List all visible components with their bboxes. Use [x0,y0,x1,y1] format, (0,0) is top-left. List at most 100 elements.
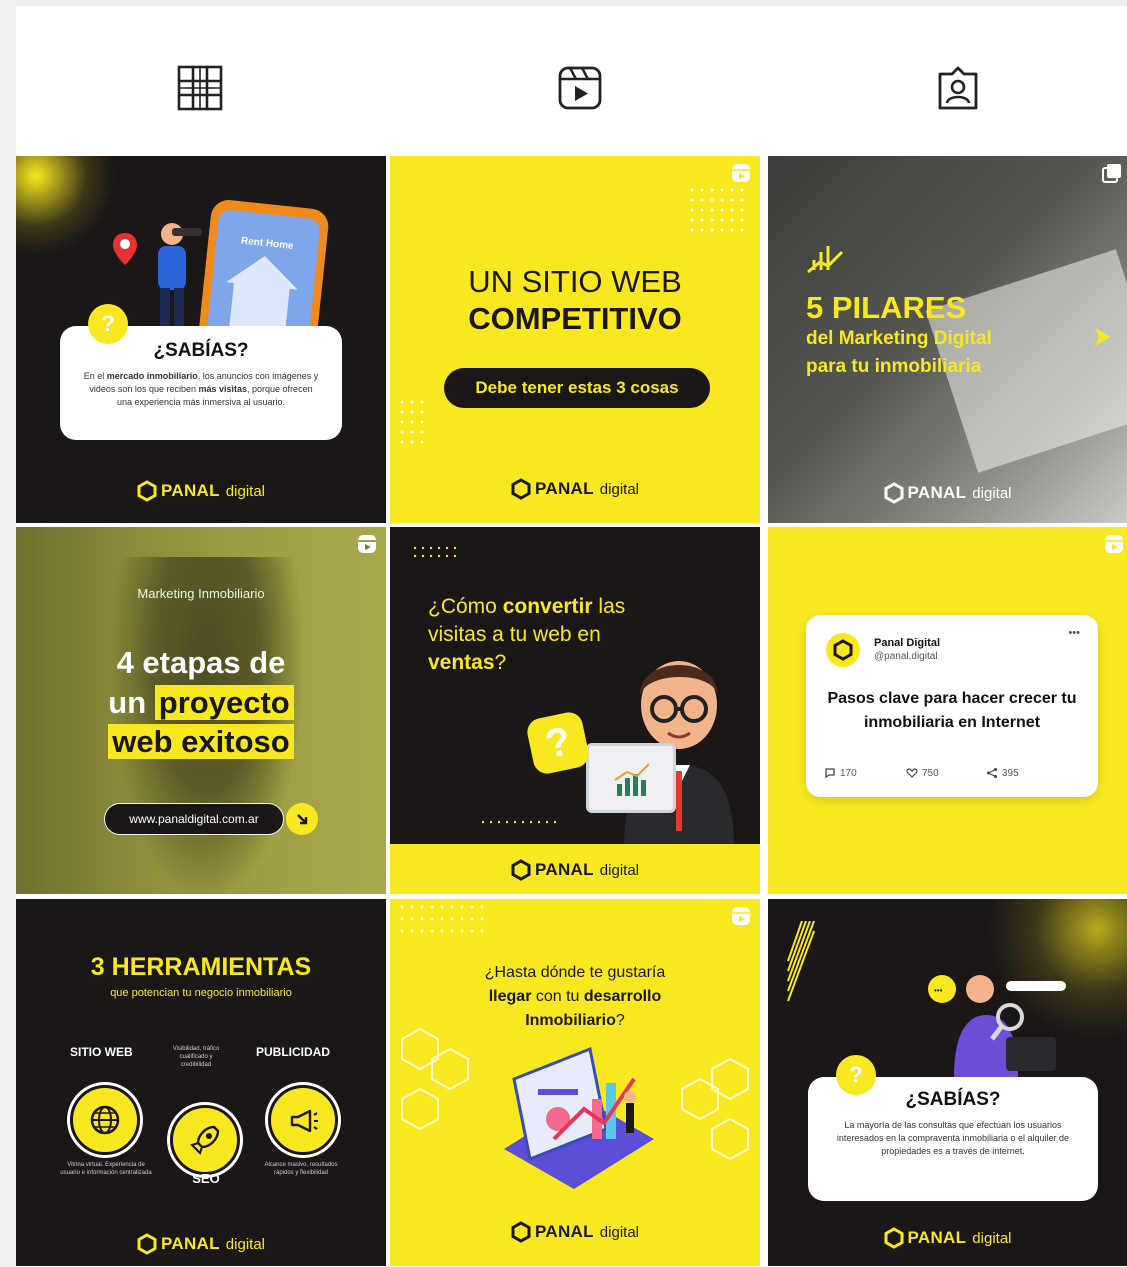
post-headline-2: un proyecto [16,685,386,721]
post-headline-1: UN SITIO WEB [468,264,682,299]
reel-badge-icon [1105,535,1123,553]
brand-logo: PANAL digital [390,1221,760,1243]
question-bubble-icon: ? [524,709,592,777]
reel-badge-icon [732,907,750,925]
post-5[interactable]: ¿Cómo convertir las visitas a tu web en … [390,527,760,894]
arrow-button[interactable] [286,803,318,835]
post-headline-3: web exitoso [16,724,386,760]
account-handle: @panal.digital [874,651,938,662]
post-headline-2: del Marketing Digital [806,328,992,349]
post-3[interactable]: 5 PILARES del Marketing Digital para tu … [768,156,1127,523]
businessman-illustration [624,661,734,847]
post-headline-2: COMPETITIVO [468,301,682,336]
reel-badge-icon [732,164,750,182]
comment-count: 170 [824,767,857,779]
tweet-text: Pasos clave para hacer crecer tu inmobil… [827,690,1077,731]
like-count: 750 [906,767,939,779]
info-card: ? ¿SABÍAS? La mayoría de las consultas q… [808,1055,1098,1201]
tool-circle-ads [268,1085,338,1155]
dots-decoration [400,400,424,444]
hexagon-pattern-decoration [401,1027,469,1131]
tool-label-seo: SEO [192,1171,220,1186]
rocket-icon [190,1125,220,1155]
person-illustration [158,223,202,332]
location-pin-icon [113,233,137,265]
hexagon-logo-icon [511,859,531,881]
post-headline-1: 3 HERRAMIENTAS [90,953,312,981]
brand-logo: PANAL digital [390,478,760,500]
url-pill[interactable]: www.panaldigital.com.ar [104,803,284,835]
hexagon-logo-icon [137,480,157,502]
post-6[interactable]: Panal Digital @panal.digital ••• Pasos c… [768,527,1127,894]
comment-icon [825,768,835,779]
post-9[interactable]: ••• ? ¿SABÍAS? La mayoría de las consult… [768,899,1127,1266]
tool-circle-web [70,1085,140,1155]
posts-grid: Rent Home ? ¿SABÍAS? En el mercado inmob… [16,156,1127,1267]
info-card: ? ¿SABÍAS? En el mercado inmobiliario, l… [60,304,342,440]
account-name: Panal Digital [874,637,941,649]
glow-decoration [16,156,116,256]
post-2[interactable]: UN SITIO WEB COMPETITIVO Debe tener esta… [390,156,760,523]
laptop-illustration [586,743,676,813]
carousel-badge-icon [1102,164,1121,183]
post-subtitle: que potencian tu negocio inmobiliario [110,987,292,999]
tool-desc-ads: Alcance masivo, resultados rápidos y fle… [264,1162,338,1176]
person-laptop-illustration: ••• [928,965,1066,1077]
more-icon[interactable]: ••• [1068,627,1080,639]
share-count: 395 [986,767,1019,779]
dots-decoration [400,905,484,933]
grid-icon [177,65,223,111]
pill-label: Debe tener estas 3 cosas [444,368,710,408]
tab-posts[interactable] [172,60,228,116]
post-1[interactable]: Rent Home ? ¿SABÍAS? En el mercado inmob… [16,156,386,523]
growth-chart-icon [807,246,844,274]
share-icon [987,768,997,778]
post-8[interactable]: ¿Hasta dónde te gustaría llegar con tu d… [390,899,760,1266]
tool-desc-web: Vitrina virtual. Experiencia de usuario … [60,1162,152,1176]
hexagon-logo-icon [833,639,853,661]
post-title: ¿SABÍAS? [153,340,249,361]
brand-logo: PANAL digital [16,1233,386,1255]
tab-reels[interactable] [552,60,608,116]
svg-text:•••: ••• [934,986,943,995]
dots-decoration [481,820,557,824]
tool-circle-seo [170,1105,240,1175]
post-7[interactable]: 3 HERRAMIENTAS que potencian tu negocio … [16,899,386,1266]
post-body: La mayoría de las consultas que efectúan… [836,1120,1070,1156]
post-headline-1: 5 PILARES [806,290,967,325]
brand-logo: PANAL digital [768,482,1127,504]
hexagon-logo-icon [511,478,531,500]
hexagon-logo-icon [137,1233,157,1255]
tagged-icon [938,66,978,110]
dots-decoration [413,546,457,558]
dots-decoration [690,188,744,232]
brand-logo: PANAL digital [390,859,760,881]
post-question: ¿Hasta dónde te gustaría llegar con tu d… [484,964,666,1029]
hexagon-pattern-decoration [681,1057,749,1161]
heart-icon [906,768,918,778]
post-headline-3: para tu inmobiliaria [806,356,982,377]
megaphone-icon [290,1109,318,1133]
post-body: En el mercado inmobiliario, los anuncios… [83,371,319,407]
tool-desc-seo: Visibilidad, tráfico cualificado y credi… [172,1046,220,1068]
hexagon-logo-icon [884,1227,903,1249]
tool-label-web: SITIO WEB [70,1045,133,1059]
tab-tagged[interactable] [930,60,986,116]
phone-label: Rent Home [240,235,295,252]
post-title: ¿SABÍAS? [905,1089,1001,1110]
hexagon-logo-icon [511,1221,531,1243]
reels-icon [558,66,602,110]
avatar [826,633,860,667]
post-4[interactable]: Marketing Inmobiliario 4 etapas de un pr… [16,527,386,894]
arrow-down-right-icon [297,814,308,825]
brand-logo: PANAL digital [16,480,386,502]
globe-icon [90,1105,120,1135]
tool-label-ads: PUBLICIDAD [256,1045,330,1059]
post-question: ¿Cómo convertir las visitas a tu web en … [428,595,626,674]
post-kicker: Marketing Inmobiliario [137,586,265,601]
hexagon-logo-icon [884,482,903,504]
stripes-decoration [787,921,815,1001]
reel-badge-icon [358,535,376,553]
next-arrow-icon[interactable] [1093,326,1113,348]
post-headline-1: 4 etapas de [116,645,286,680]
